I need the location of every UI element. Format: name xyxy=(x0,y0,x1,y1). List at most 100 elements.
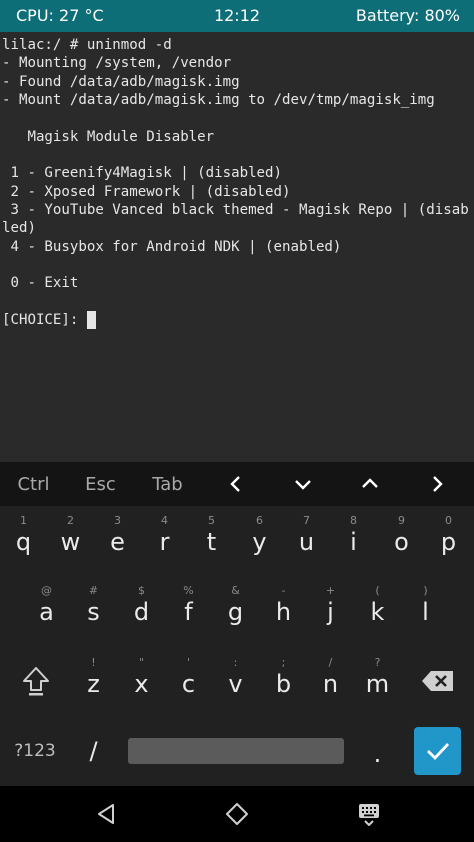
key-p[interactable]: 0p xyxy=(425,510,472,574)
key-j[interactable]: + j xyxy=(307,580,354,644)
key-n[interactable]: / n xyxy=(307,652,354,716)
key-hint: ! xyxy=(91,656,96,669)
down-arrow-icon xyxy=(294,480,311,490)
key-q[interactable]: 1q xyxy=(0,510,47,574)
space-bar[interactable] xyxy=(128,738,344,764)
checkmark-icon xyxy=(426,743,449,761)
key-label: g xyxy=(227,598,244,626)
key-c[interactable]: ' c xyxy=(165,652,212,716)
key-hint: ( xyxy=(375,584,380,597)
symbols-key[interactable]: ?123 xyxy=(10,719,60,783)
terminal-line: - Mount /data/adb/magisk.img to /dev/tmp… xyxy=(2,92,435,108)
key-hint: / xyxy=(328,656,333,669)
key-label: z xyxy=(87,670,100,698)
right-arrow-key[interactable] xyxy=(403,462,470,506)
key-label: t xyxy=(206,528,217,556)
key-hint: : xyxy=(233,656,238,669)
key-r[interactable]: 4r xyxy=(141,510,188,574)
keyboard-switch-button[interactable] xyxy=(353,800,385,828)
enter-key[interactable] xyxy=(414,727,461,775)
terminal-line: lilac:/ # uninmod -d xyxy=(2,37,172,53)
terminal-line: 3 - YouTube Vanced black themed - Magisk… xyxy=(2,202,469,218)
key-hint: 3 xyxy=(114,514,121,527)
key-hint: 5 xyxy=(208,514,215,527)
terminal-view[interactable]: lilac:/ # uninmod -d - Mounting /system,… xyxy=(0,32,474,462)
key-label: h xyxy=(275,598,292,626)
home-icon xyxy=(226,803,248,825)
key-label: b xyxy=(275,670,292,698)
key-hint: $ xyxy=(138,584,145,597)
key-f[interactable]: % f xyxy=(165,580,212,644)
key-label: p xyxy=(440,528,457,556)
key-hint: # xyxy=(88,584,99,597)
key-s[interactable]: # s xyxy=(70,580,117,644)
terminal-line: Magisk Module Disabler xyxy=(2,128,215,145)
backspace-icon xyxy=(421,671,453,691)
back-triangle-icon xyxy=(98,804,114,824)
key-e[interactable]: 3e xyxy=(94,510,141,574)
key-h[interactable]: -h xyxy=(260,580,307,644)
ctrl-key[interactable]: Ctrl xyxy=(0,462,67,506)
status-bar: CPU: 27 °C 12:12 Battery: 80% xyxy=(0,0,474,32)
key-o[interactable]: 9o xyxy=(378,510,425,574)
key-y[interactable]: 6y xyxy=(236,510,283,574)
shift-key[interactable] xyxy=(12,649,59,713)
navigation-bar xyxy=(0,786,474,842)
key-label: w xyxy=(60,528,81,556)
tab-key[interactable]: Tab xyxy=(134,462,201,506)
key-label: o xyxy=(394,528,409,556)
backspace-key[interactable] xyxy=(414,649,461,713)
key-hint: 4 xyxy=(161,514,168,527)
key-a[interactable]: @ a xyxy=(23,580,70,644)
left-arrow-key[interactable] xyxy=(202,462,269,506)
home-button[interactable] xyxy=(221,800,253,828)
key-hint: ? xyxy=(374,656,381,669)
terminal-line: - Found /data/adb/magisk.img xyxy=(2,73,240,90)
terminal-line: led) xyxy=(2,220,36,236)
key-t[interactable]: 5t xyxy=(188,510,235,574)
key-label: / xyxy=(89,737,98,765)
extra-keys-bar: Ctrl Esc Tab xyxy=(0,462,474,506)
key-label: y xyxy=(252,528,267,556)
key-hint: 9 xyxy=(398,514,405,527)
key-hint: & xyxy=(231,584,240,597)
key-w[interactable]: 2w xyxy=(47,510,94,574)
key-hint: 1 xyxy=(20,514,27,527)
period-key[interactable]: . xyxy=(354,722,401,786)
esc-key[interactable]: Esc xyxy=(67,462,134,506)
slash-key[interactable]: / xyxy=(70,719,117,783)
key-hint: - xyxy=(281,584,286,597)
key-u[interactable]: 7u xyxy=(283,510,330,574)
key-label: l xyxy=(422,598,429,626)
key-g[interactable]: & g xyxy=(212,580,259,644)
key-label: q xyxy=(15,528,32,556)
terminal-line: - Mounting /system, /vendor xyxy=(2,55,232,71)
key-label: f xyxy=(184,598,193,626)
key-v[interactable]: :v xyxy=(212,652,259,716)
key-label: x xyxy=(134,670,149,698)
keyboard-icon xyxy=(359,804,379,826)
key-k[interactable]: (k xyxy=(354,580,401,644)
key-hint: % xyxy=(183,584,194,597)
key-label: j xyxy=(327,598,334,626)
battery-level: Battery: 80% xyxy=(355,6,460,25)
key-label: s xyxy=(87,598,100,626)
key-x[interactable]: " x xyxy=(118,652,165,716)
up-arrow-key[interactable] xyxy=(336,462,403,506)
key-m[interactable]: ? m xyxy=(354,652,401,716)
key-d[interactable]: $ d xyxy=(118,580,165,644)
key-label: a xyxy=(39,598,54,626)
key-l[interactable]: ) l xyxy=(402,580,449,644)
terminal-line: 1 - Greenify4Magisk | (disabled) xyxy=(2,165,283,181)
key-b[interactable]: ; b xyxy=(260,652,307,716)
key-hint: + xyxy=(325,584,336,597)
key-i[interactable]: 8i xyxy=(330,510,377,574)
down-arrow-key[interactable] xyxy=(269,462,336,506)
key-label: u xyxy=(298,528,315,556)
key-label: . xyxy=(373,740,382,768)
key-z[interactable]: ! z xyxy=(70,652,117,716)
back-button[interactable] xyxy=(90,800,122,828)
left-arrow-icon xyxy=(229,476,240,492)
